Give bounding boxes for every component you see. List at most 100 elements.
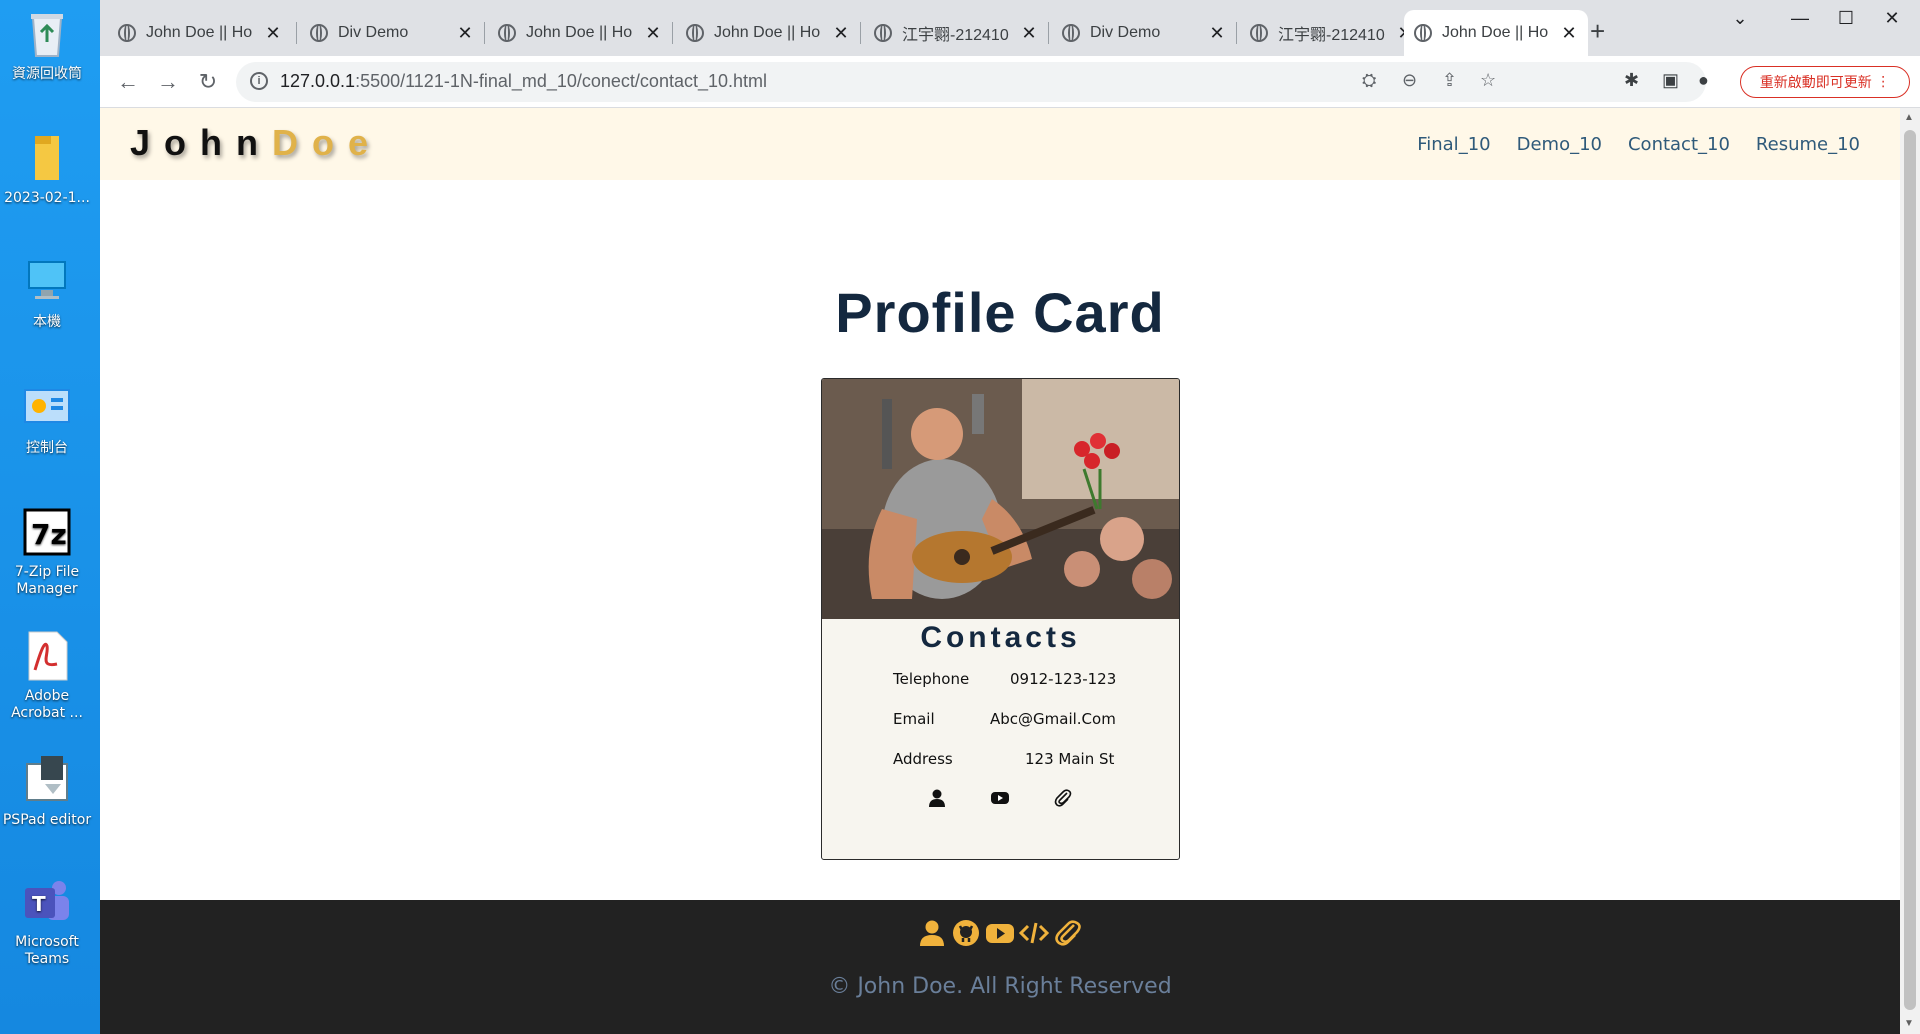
desktop-icon-teams[interactable]: T Microsoft Teams — [0, 876, 94, 968]
extensions-icon[interactable]: ✱ — [1624, 70, 1639, 91]
close-tab-icon[interactable]: ✕ — [1208, 23, 1226, 44]
url-text[interactable]: 127.0.0.1:5500/1121-1N-final_md_10/conec… — [280, 71, 767, 92]
profile-avatar-icon[interactable]: ● — [1698, 70, 1709, 91]
zoom-icon[interactable]: ⊖ — [1402, 70, 1417, 91]
translate-icon[interactable]: ⛭ — [1362, 70, 1376, 91]
scroll-down-arrow-icon[interactable]: ▼ — [1904, 1018, 1914, 1029]
github-icon[interactable] — [951, 918, 981, 948]
tab-6[interactable]: Div Demo ✕ — [1052, 14, 1236, 52]
page-viewport: JohnDoe Final_10 Demo_10 Contact_10 Resu… — [100, 108, 1900, 1034]
recycle-bin-icon — [21, 8, 73, 60]
update-button-label: 重新啟動即可更新 — [1759, 75, 1872, 91]
teams-icon: T — [21, 876, 73, 928]
site-footer: © John Doe. All Right Reserved — [100, 900, 1900, 1034]
globe-icon — [874, 24, 892, 42]
site-logo[interactable]: JohnDoe — [130, 122, 382, 164]
tab-separator — [1048, 22, 1049, 44]
acrobat-icon — [21, 630, 73, 682]
tab-separator — [296, 22, 297, 44]
side-panel-icon[interactable]: ▣ — [1662, 70, 1679, 91]
paperclip-icon[interactable] — [1053, 918, 1083, 948]
nav-link-resume[interactable]: Resume_10 — [1756, 134, 1860, 155]
svg-text:7z: 7z — [31, 518, 67, 551]
telephone-label: Telephone — [893, 670, 970, 688]
browser-window: John Doe || Ho ✕ Div Demo ✕ John Doe || … — [100, 0, 1920, 1034]
close-tab-icon[interactable]: ✕ — [264, 23, 282, 44]
nav-link-contact[interactable]: Contact_10 — [1628, 134, 1730, 155]
profile-card: Contacts Telephone 0912-123-123 Email Ab… — [821, 378, 1180, 860]
maximize-button[interactable]: ☐ — [1826, 8, 1866, 29]
email-value: Abc@Gmail.Com — [990, 710, 1116, 728]
youtube-icon[interactable] — [990, 788, 1010, 808]
site-info-icon[interactable]: i — [250, 72, 268, 90]
page-scrollbar[interactable]: ▲ ▼ — [1900, 108, 1920, 1034]
tab-separator — [860, 22, 861, 44]
globe-icon — [310, 24, 328, 42]
close-window-button[interactable]: ✕ — [1872, 8, 1912, 29]
nav-link-demo[interactable]: Demo_10 — [1517, 134, 1602, 155]
minimize-button[interactable]: — — [1780, 8, 1820, 29]
scrollbar-thumb[interactable] — [1904, 130, 1916, 1010]
close-tab-icon[interactable]: ✕ — [456, 23, 474, 44]
email-label: Email — [893, 710, 935, 728]
user-icon[interactable] — [917, 918, 947, 948]
close-tab-icon[interactable]: ✕ — [1020, 23, 1038, 44]
tab-2[interactable]: Div Demo ✕ — [300, 14, 484, 52]
desktop-icon-7zip[interactable]: 7z 7-Zip File Manager — [0, 506, 94, 598]
logo-main-text: John — [130, 122, 272, 163]
svg-text:T: T — [32, 892, 46, 916]
logo-accent-text: Doe — [272, 122, 383, 163]
tab-search-chevron-icon[interactable]: ⌄ — [1720, 8, 1760, 29]
new-tab-button[interactable]: + — [1590, 16, 1605, 47]
desktop-icon-recycle-bin[interactable]: 資源回收筒 — [0, 8, 94, 83]
telephone-value: 0912-123-123 — [1010, 670, 1117, 688]
close-tab-icon[interactable]: ✕ — [832, 23, 850, 44]
globe-icon — [1414, 24, 1432, 42]
desktop-icon-folder[interactable]: 2023-02-1... — [0, 132, 94, 207]
share-icon[interactable]: ⇪ — [1442, 70, 1457, 91]
desktop-icon-acrobat[interactable]: Adobe Acrobat ... — [0, 630, 94, 722]
control-panel-icon — [21, 382, 73, 434]
back-button[interactable]: ← — [114, 68, 142, 96]
tab-7[interactable]: 江宇翾-212410 ✕ — [1240, 14, 1424, 52]
code-icon[interactable] — [1019, 918, 1049, 948]
paperclip-icon[interactable] — [1053, 788, 1073, 808]
user-icon[interactable] — [927, 788, 947, 808]
tab-separator — [484, 22, 485, 44]
scroll-up-arrow-icon[interactable]: ▲ — [1904, 112, 1914, 123]
bookmark-star-icon[interactable]: ☆ — [1480, 70, 1496, 91]
site-header: JohnDoe Final_10 Demo_10 Contact_10 Resu… — [100, 108, 1900, 180]
close-tab-icon[interactable]: ✕ — [1560, 23, 1578, 44]
desktop: 資源回收筒 2023-02-1... 本機 控制台 7z 7-Zip File … — [0, 0, 100, 1034]
globe-icon — [1062, 24, 1080, 42]
update-button[interactable]: 重新啟動即可更新 ⋮ — [1740, 66, 1910, 98]
nav-link-final[interactable]: Final_10 — [1417, 134, 1490, 155]
footer-icons — [100, 918, 1900, 948]
desktop-icon-control-panel[interactable]: 控制台 — [0, 382, 94, 457]
desktop-icon-pspad[interactable]: PSPad editor — [0, 754, 94, 829]
address-bar[interactable]: i 127.0.0.1:5500/1121-1N-final_md_10/con… — [236, 62, 1706, 102]
globe-icon — [498, 24, 516, 42]
globe-icon — [118, 24, 136, 42]
url-host: 127.0.0.1 — [280, 71, 356, 91]
tab-5[interactable]: 江宇翾-212410 ✕ — [864, 14, 1048, 52]
tab-4[interactable]: John Doe || Ho ✕ — [676, 14, 860, 52]
address-value: 123 Main St — [1025, 750, 1115, 768]
site-nav: Final_10 Demo_10 Contact_10 Resume_10 — [1417, 134, 1860, 155]
youtube-icon[interactable] — [985, 918, 1015, 948]
tab-separator — [672, 22, 673, 44]
computer-icon — [21, 256, 73, 308]
reload-button[interactable]: ↻ — [194, 68, 222, 96]
tab-3[interactable]: John Doe || Ho ✕ — [488, 14, 672, 52]
copyright-text: © John Doe. All Right Reserved — [828, 974, 1172, 999]
forward-button[interactable]: → — [154, 68, 182, 96]
globe-icon — [1250, 24, 1268, 42]
url-path: :5500/1121-1N-final_md_10/conect/contact… — [355, 71, 768, 91]
folder-icon — [21, 132, 73, 184]
desktop-icon-this-pc[interactable]: 本機 — [0, 256, 94, 331]
tab-1[interactable]: John Doe || Ho ✕ — [108, 14, 292, 52]
page-title: Profile Card — [835, 281, 1165, 344]
close-tab-icon[interactable]: ✕ — [644, 23, 662, 44]
globe-icon — [686, 24, 704, 42]
pspad-icon — [21, 754, 73, 806]
